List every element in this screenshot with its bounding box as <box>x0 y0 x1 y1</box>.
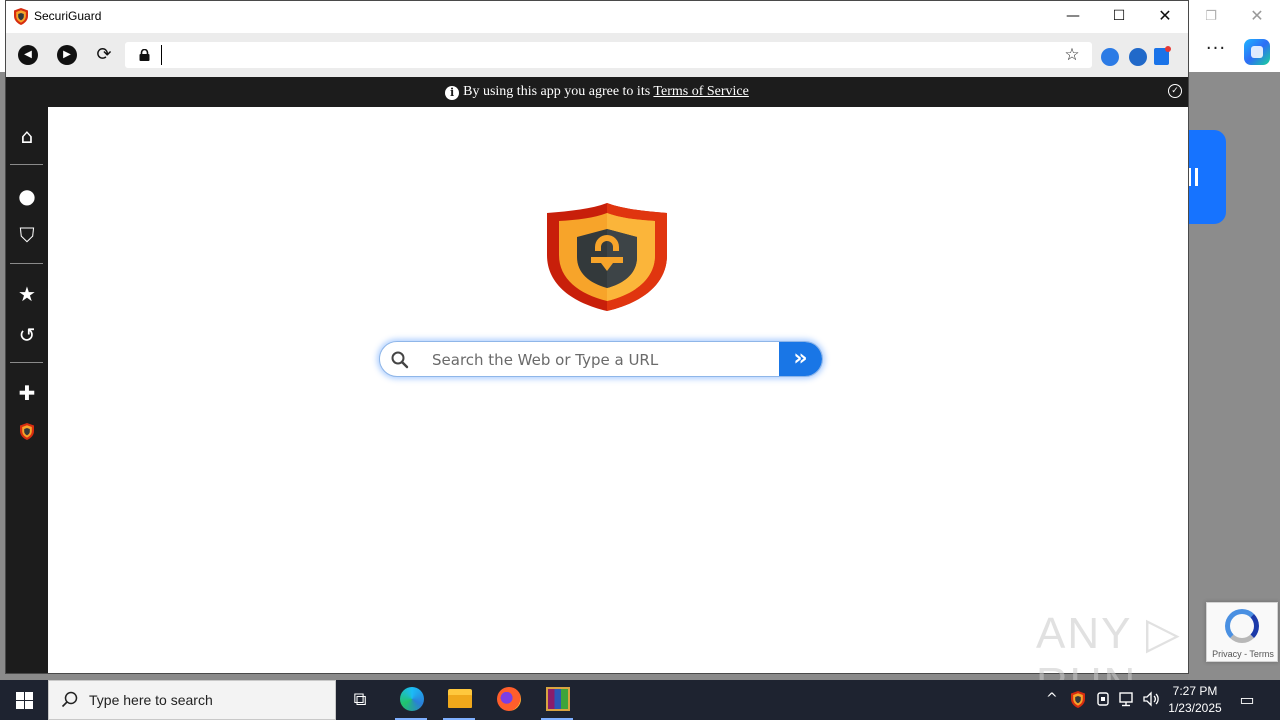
windows-logo-icon <box>16 692 24 700</box>
pause-widget-icon[interactable] <box>1186 130 1226 224</box>
sidebar-divider <box>10 164 43 165</box>
back-button[interactable]: ◀ <box>18 45 38 65</box>
minimize-button[interactable]: — <box>1050 1 1096 33</box>
firefox-icon[interactable] <box>486 680 530 720</box>
bookmark-star-icon[interactable]: ☆ <box>1062 45 1082 65</box>
extension-hand-icon[interactable] <box>1101 48 1119 66</box>
start-page: » <box>48 107 1188 673</box>
taskbar-search-box[interactable]: Type here to search <box>48 680 336 720</box>
winrar-icon[interactable] <box>535 680 579 720</box>
extension-compass-icon[interactable] <box>1129 48 1147 66</box>
app-logo-icon <box>14 8 28 25</box>
dismiss-notice-icon[interactable]: ✓ <box>1168 84 1182 98</box>
recaptcha-links[interactable]: Privacy - Terms <box>1207 649 1279 659</box>
copilot-icon[interactable] <box>1244 39 1270 65</box>
taskbar: Type here to search ⧉ ^ 7:27 PM 1/23/202… <box>0 680 1280 720</box>
windows-logo-icon <box>25 692 33 700</box>
file-explorer-icon[interactable] <box>437 680 481 720</box>
search-icon <box>61 691 78 708</box>
windows-logo-icon <box>16 701 24 709</box>
terms-notice-bar: i By using this app you agree to its Term… <box>6 77 1188 107</box>
windows-logo-icon <box>25 701 33 709</box>
close-button[interactable]: ✕ <box>1142 1 1188 33</box>
task-view-icon[interactable]: ⧉ <box>338 680 382 720</box>
terms-of-service-link[interactable]: Terms of Service <box>653 84 748 99</box>
search-icon <box>391 351 409 369</box>
address-bar: ☆ <box>125 42 1092 68</box>
taskbar-search-placeholder: Type here to search <box>89 692 213 708</box>
sidebar-user-icon[interactable]: ● <box>6 179 48 213</box>
tray-volume-icon[interactable] <box>1142 691 1160 707</box>
window-title: SecuriGuard <box>34 9 102 23</box>
clock-time: 7:27 PM <box>1172 684 1218 698</box>
tray-clock[interactable]: 7:27 PM 1/23/2025 <box>1160 683 1230 717</box>
sidebar-divider <box>10 263 43 264</box>
recaptcha-icon <box>1225 609 1259 643</box>
extension-notes-icon[interactable] <box>1154 46 1171 65</box>
search-submit-button[interactable]: » <box>779 342 822 376</box>
address-input[interactable] <box>161 45 1041 65</box>
sidebar-history-icon[interactable]: ↺ <box>6 318 48 352</box>
sidebar-add-icon[interactable]: ✚ <box>6 376 48 410</box>
securiguard-shield-logo <box>547 203 667 311</box>
maximize-button[interactable]: ☐ <box>1096 1 1142 33</box>
search-input[interactable] <box>432 348 762 372</box>
clock-date: 1/23/2025 <box>1168 701 1222 715</box>
start-button[interactable] <box>0 680 48 720</box>
sidebar-securiguard-logo-icon[interactable] <box>19 423 35 440</box>
tray-network-icon[interactable] <box>1118 691 1136 707</box>
background-restore-icon[interactable]: ❐ <box>1202 8 1220 26</box>
sidebar: ⌂ ● ⛉ ★ ↺ ✚ <box>6 107 48 673</box>
browser-toolbar: ◀ ▶ ⟳ ☆ <box>6 33 1188 77</box>
sidebar-shield-icon[interactable]: ⛉ <box>6 218 48 252</box>
lock-icon <box>139 49 150 61</box>
securiguard-window: SecuriGuard — ☐ ✕ ◀ ▶ ⟳ ☆ i By using this… <box>5 0 1189 674</box>
refresh-button[interactable]: ⟳ <box>94 44 114 65</box>
terms-notice-text: By using this app you agree to its <box>463 84 654 99</box>
tray-overflow-icon[interactable]: ^ <box>1046 691 1058 707</box>
sidebar-favorites-icon[interactable]: ★ <box>6 277 48 311</box>
sidebar-divider <box>10 362 43 363</box>
notification-center-icon[interactable]: ▭ <box>1236 690 1258 710</box>
more-options-icon[interactable]: ··· <box>1204 40 1228 62</box>
edge-icon[interactable] <box>389 680 433 720</box>
info-icon: i <box>445 86 460 100</box>
tray-device-icon[interactable] <box>1096 691 1110 707</box>
recaptcha-badge[interactable]: Privacy - Terms <box>1206 602 1278 662</box>
forward-button[interactable]: ▶ <box>57 45 77 65</box>
tray-securiguard-icon[interactable] <box>1070 691 1086 708</box>
titlebar: SecuriGuard — ☐ ✕ <box>6 1 1188 33</box>
background-close-icon[interactable]: ✕ <box>1248 6 1266 26</box>
search-box: » <box>379 341 823 377</box>
sidebar-home-icon[interactable]: ⌂ <box>6 119 48 153</box>
